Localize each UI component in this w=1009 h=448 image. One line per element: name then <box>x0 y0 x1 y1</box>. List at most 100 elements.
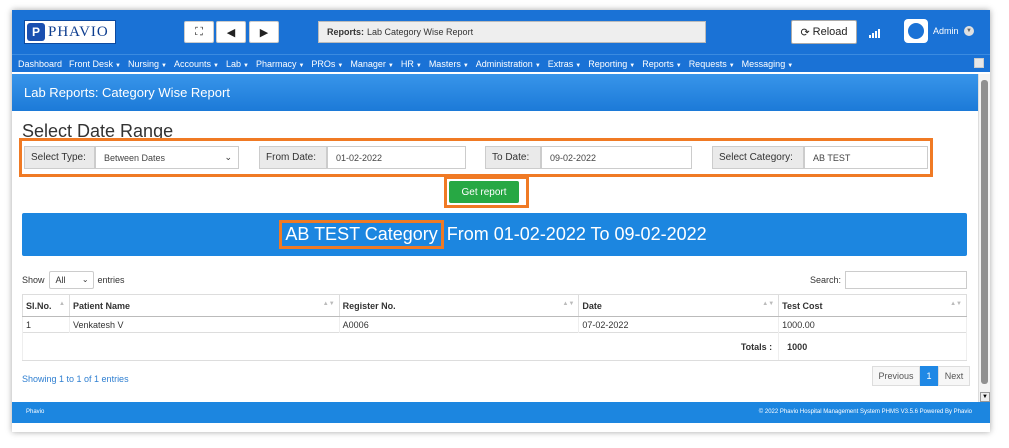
nav-item-messaging[interactable]: Messaging ▼ <box>742 59 793 69</box>
nav-item-dashboard[interactable]: Dashboard <box>18 59 62 69</box>
expand-icon: ⛶ <box>195 25 203 38</box>
nav-item-hr[interactable]: HR ▼ <box>401 59 422 69</box>
search-input[interactable] <box>845 271 968 289</box>
cell-test-cost: 1000.00 <box>778 316 967 333</box>
logo-text: PHAVIO <box>48 23 109 40</box>
chevron-down-icon: ▼ <box>787 62 794 69</box>
nav-item-front-desk[interactable]: Front Desk ▼ <box>69 59 121 69</box>
reload-button[interactable]: ⟳ Reload <box>791 20 857 44</box>
sort-icon: ▲▼ <box>322 301 335 307</box>
column-header-patient-name[interactable]: Patient Name ▲▼ <box>68 294 340 317</box>
next-page-button[interactable]: Next <box>938 366 970 386</box>
scrollbar-thumb[interactable] <box>981 80 988 384</box>
search-control: Search: <box>810 271 968 289</box>
column-header-test-cost[interactable]: Test Cost ▲▼ <box>778 294 967 317</box>
nav-item-pros[interactable]: PROs ▼ <box>311 59 343 69</box>
report-prefix: Reports: <box>327 27 365 37</box>
nav-item-requests[interactable]: Requests ▼ <box>689 59 735 69</box>
select-type-dropdown[interactable]: Between Dates ⌄ <box>95 146 239 169</box>
chevron-down-icon: ▼ <box>462 62 469 69</box>
cell-register-no: A0006 <box>338 316 580 333</box>
column-header-register-no[interactable]: Register No. ▲▼ <box>338 294 580 317</box>
back-button[interactable]: ◀ <box>216 21 246 43</box>
chevron-down-icon: ▼ <box>242 62 249 69</box>
chevron-down-icon: ▼ <box>298 62 305 69</box>
nav-item-administration[interactable]: Administration ▼ <box>476 59 541 69</box>
user-avatar[interactable] <box>904 19 928 43</box>
nav-item-label: Nursing <box>128 58 160 69</box>
scrollbar[interactable]: ▼ <box>978 74 990 402</box>
table-row: 1 Venkatesh V A0006 07-02-2022 1000.00 <box>22 316 967 333</box>
footer: Phavio © 2022 Phavio Hospital Management… <box>12 402 990 423</box>
from-date-input[interactable]: 01-02-2022 <box>327 146 466 169</box>
nav-item-nursing[interactable]: Nursing ▼ <box>128 59 167 69</box>
nav-item-label: PROs <box>311 58 336 69</box>
previous-page-button[interactable]: Previous <box>872 366 920 386</box>
chevron-down-icon: ▼ <box>415 62 422 69</box>
get-report-button[interactable]: Get report <box>449 181 519 203</box>
nav-item-lab[interactable]: Lab ▼ <box>226 59 249 69</box>
nav-item-label: Manager <box>350 58 386 69</box>
footer-copyright: © 2022 Phavio Hospital Management System… <box>758 409 972 415</box>
nav-item-label: Reporting <box>588 58 628 69</box>
nav-item-accounts[interactable]: Accounts ▼ <box>174 59 219 69</box>
select-type-label: Select Type: <box>24 146 95 169</box>
report-banner: AB TEST Category From 01-02-2022 To 09-0… <box>22 213 967 256</box>
select-category-input[interactable]: AB TEST <box>804 146 928 169</box>
nav-item-reports[interactable]: Reports ▼ <box>642 59 681 69</box>
report-table: Sl.No. ▲ Patient Name ▲▼ Register No. ▲▼ Da… <box>21 294 967 361</box>
chevron-down-icon: ▼ <box>534 62 541 69</box>
column-header-slno[interactable]: Sl.No. ▲ <box>22 294 70 317</box>
nav-item-manager[interactable]: Manager ▼ <box>350 59 393 69</box>
app-window: P PHAVIO ⛶ ◀ ▶ Reports: Lab Category Wis… <box>12 10 990 432</box>
totals-value: 1000 <box>778 332 967 361</box>
chevron-down-icon[interactable]: ▼ <box>964 26 974 36</box>
chevron-down-icon: ▼ <box>387 62 394 69</box>
chevron-down-icon: ▼ <box>575 62 582 69</box>
signal-icon <box>869 28 880 38</box>
chevron-down-icon: ▼ <box>675 62 682 69</box>
user-name[interactable]: Admin <box>933 26 959 36</box>
nav-item-reporting[interactable]: Reporting ▼ <box>588 59 635 69</box>
nav-item-pharmacy[interactable]: Pharmacy ▼ <box>256 59 304 69</box>
nav-item-label: Dashboard <box>18 58 63 69</box>
cell-patient-name: Venkatesh V <box>68 316 340 333</box>
sort-icon: ▲▼ <box>950 301 962 307</box>
sort-icon: ▲▼ <box>762 301 775 307</box>
refresh-icon: ⟳ <box>800 26 810 39</box>
fullscreen-button[interactable]: ⛶ <box>184 21 214 43</box>
banner-date-range: From 01-02-2022 To 09-02-2022 <box>446 224 707 244</box>
nav-item-label: Front Desk <box>69 58 114 69</box>
arrow-left-icon: ◀ <box>226 26 236 39</box>
nav-item-label: Masters <box>428 58 461 69</box>
sort-icon: ▲ <box>59 301 65 307</box>
cell-slno: 1 <box>22 316 70 333</box>
nav-item-extras[interactable]: Extras ▼ <box>548 59 581 69</box>
pagination: Previous 1 Next <box>872 366 970 386</box>
pagination-info: Showing 1 to 1 of 1 entries <box>22 374 129 384</box>
entries-select[interactable]: All ⌄ <box>48 271 94 289</box>
app-logo[interactable]: P PHAVIO <box>24 20 116 44</box>
totals-row: Totals : 1000 <box>21 332 967 361</box>
nav-item-label: Lab <box>225 58 241 69</box>
page-header-title: Lab Reports: Category Wise Report <box>24 85 230 100</box>
column-header-date[interactable]: Date ▲▼ <box>578 294 780 317</box>
select-type-value: Between Dates <box>104 152 166 163</box>
nav-item-masters[interactable]: Masters ▼ <box>429 59 469 69</box>
forward-button[interactable]: ▶ <box>249 21 279 43</box>
minimize-icon[interactable] <box>974 58 984 68</box>
page-1-button[interactable]: 1 <box>920 366 938 386</box>
nav-item-label: Requests <box>688 58 727 69</box>
chevron-down-icon: ⌄ <box>81 275 89 284</box>
to-date-label: To Date: <box>485 146 541 169</box>
arrow-right-icon: ▶ <box>259 26 269 39</box>
user-icon <box>908 23 924 39</box>
reload-label: Reload <box>812 26 848 38</box>
scroll-down-icon[interactable]: ▼ <box>980 392 990 402</box>
entries-control: Show All ⌄ entries <box>22 271 125 289</box>
show-label: Show <box>22 275 45 285</box>
chevron-down-icon: ▼ <box>728 62 735 69</box>
search-label: Search: <box>810 275 842 285</box>
logo-mark: P <box>27 23 45 41</box>
to-date-input[interactable]: 09-02-2022 <box>541 146 692 169</box>
